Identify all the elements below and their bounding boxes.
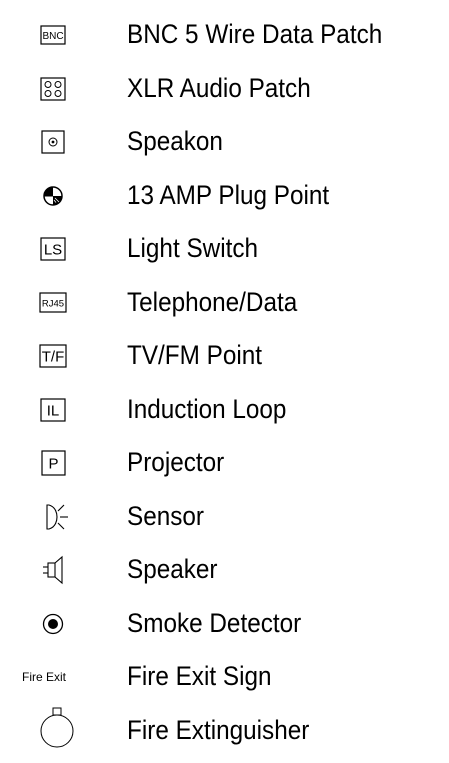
xlr-patch-icon: [28, 69, 88, 109]
legend-item-tv-fm: T/F TV/FM Point: [0, 328, 449, 382]
legend-label: Speakon: [127, 126, 223, 156]
light-switch-symbol-text: LS: [44, 242, 62, 259]
legend-label: Telephone/Data: [127, 286, 298, 317]
fire-exit-sign-icon: Fire Exit: [18, 657, 98, 697]
bnc-symbol-text: BNC: [42, 31, 63, 42]
legend-label: Fire Extinguisher: [127, 714, 310, 745]
legend-item-fire-exit-sign: Fire Exit Fire Exit Sign: [0, 649, 449, 703]
legend-label: Projector: [127, 447, 225, 477]
legend-label: Light Switch: [127, 233, 259, 263]
legend-label: Sensor: [127, 500, 205, 531]
symbol-legend: BNC BNC 5 Wire Data Patch XLR Audio Patc…: [0, 7, 449, 756]
tv-fm-symbol-text: T/F: [42, 349, 65, 366]
legend-item-speaker: Speaker: [0, 542, 449, 596]
legend-label: Smoke Detector: [127, 607, 302, 638]
legend-item-plug-point: 13 AMP Plug Point: [0, 168, 449, 222]
legend-label: Speaker: [127, 554, 218, 584]
sensor-icon: [28, 497, 88, 537]
legend-item-speakon: Speakon: [0, 114, 449, 168]
plug-point-icon: [28, 176, 88, 216]
projector-icon: P: [28, 443, 88, 483]
speakon-icon: [28, 122, 88, 162]
smoke-detector-icon: [28, 604, 88, 644]
legend-label: XLR Audio Patch: [127, 72, 311, 103]
tv-fm-icon: T/F: [28, 336, 88, 376]
legend-label: Fire Exit Sign: [127, 661, 272, 691]
rj45-symbol-text: RJ45: [42, 298, 64, 309]
legend-item-telephone-data: RJ45 Telephone/Data: [0, 275, 449, 329]
induction-loop-icon: IL: [28, 390, 88, 430]
legend-label: TV/FM Point: [127, 340, 263, 370]
legend-item-projector: P Projector: [0, 435, 449, 489]
legend-item-bnc: BNC BNC 5 Wire Data Patch: [0, 7, 449, 61]
legend-label: 13 AMP Plug Point: [127, 179, 330, 210]
legend-item-smoke-detector: Smoke Detector: [0, 596, 449, 650]
legend-item-fire-extinguisher: Fire Extinguisher: [0, 703, 449, 757]
fire-extinguisher-icon: [28, 705, 88, 753]
light-switch-icon: LS: [28, 229, 88, 269]
induction-loop-symbol-text: IL: [47, 402, 60, 419]
legend-item-xlr: XLR Audio Patch: [0, 61, 449, 115]
projector-symbol-text: P: [48, 456, 58, 473]
legend-item-light-switch: LS Light Switch: [0, 221, 449, 275]
legend-label: Induction Loop: [127, 393, 287, 424]
legend-item-sensor: Sensor: [0, 489, 449, 543]
fire-exit-symbol-text: Fire Exit: [22, 670, 67, 684]
bnc-patch-icon: BNC: [28, 15, 88, 55]
speaker-icon: [28, 550, 88, 590]
legend-item-induction-loop: IL Induction Loop: [0, 382, 449, 436]
legend-label: BNC 5 Wire Data Patch: [127, 19, 383, 49]
telephone-data-icon: RJ45: [28, 283, 88, 323]
